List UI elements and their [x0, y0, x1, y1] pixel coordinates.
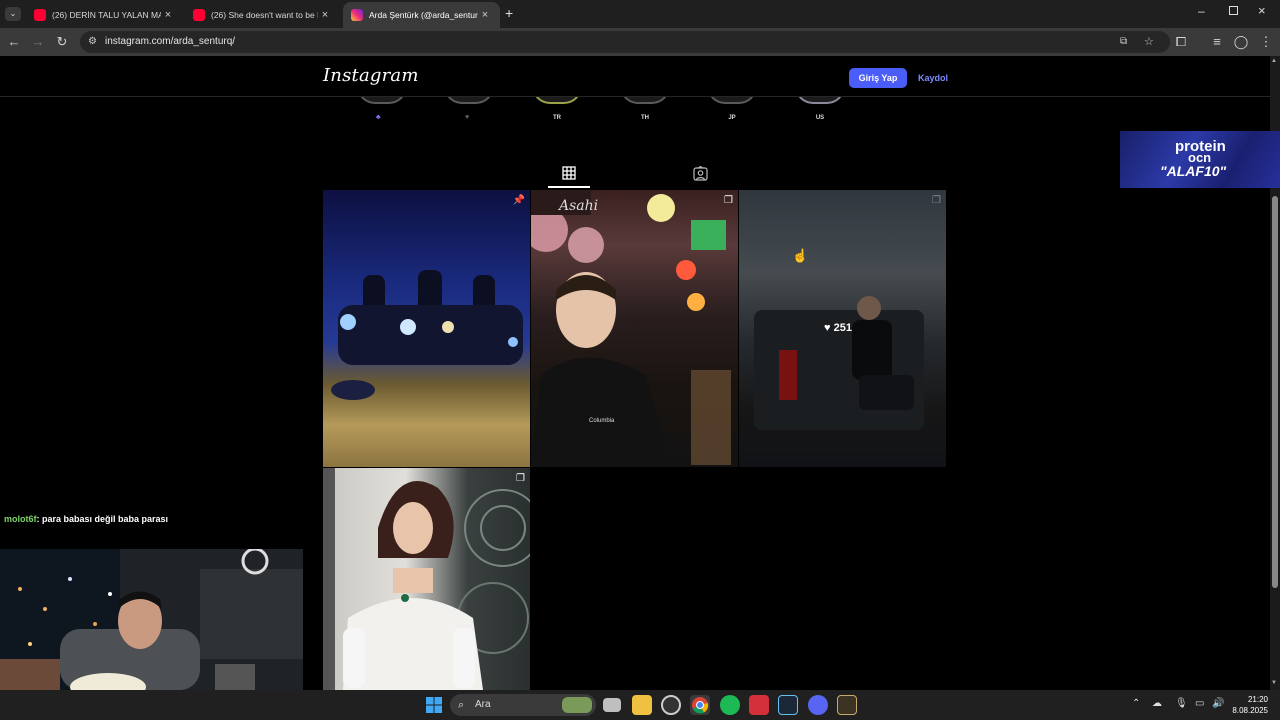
ad-promo-code: "ALAF10": [1160, 163, 1227, 179]
post-4-image: [323, 468, 530, 690]
highlight-label: TR: [553, 115, 561, 121]
sponsor-ad-overlay: protein ocn "ALAF10": [1120, 131, 1280, 188]
svg-text:Asahi: Asahi: [557, 198, 598, 214]
highlight-label: US: [815, 115, 825, 121]
menu-kebab-icon[interactable]: ⋮: [1257, 33, 1275, 51]
search-icon: ⌕: [458, 699, 465, 711]
site-info-icon[interactable]: ⚙: [88, 31, 97, 53]
login-button[interactable]: Giriş Yap: [849, 68, 907, 88]
instagram-header: Instagram Giriş Yap Kaydol: [0, 56, 1270, 97]
tab-strip: ⌄ (26) DERİN TALU YALAN MAKİN × (26) She…: [0, 0, 1280, 28]
clock-time: 21:20: [1247, 695, 1268, 704]
stream-chat-message: molot6f: para babası değil baba parası: [4, 514, 168, 524]
likes-value: 251: [833, 322, 852, 334]
search-placeholder: Ara: [475, 699, 491, 710]
mouse-cursor-icon: ☝: [792, 248, 809, 263]
tray-chevron-icon[interactable]: ⌃: [1132, 698, 1140, 709]
discord-icon[interactable]: [808, 695, 828, 715]
instagram-icon: [351, 9, 363, 21]
windows-start-icon[interactable]: [424, 695, 444, 715]
address-bar[interactable]: ⚙ instagram.com/arda_senturq/ ⧉ ☆: [80, 31, 1170, 53]
spotify-icon[interactable]: [720, 695, 740, 715]
active-tab-indicator: [548, 186, 590, 188]
bookmark-star-icon[interactable]: ☆: [1144, 31, 1154, 53]
post-1-pinned[interactable]: 📌: [323, 190, 530, 467]
post-4-carousel[interactable]: ❐: [323, 468, 530, 690]
post-1-image: [331, 270, 523, 400]
youtube-icon: [193, 9, 205, 21]
app-icon[interactable]: [661, 695, 681, 715]
highlight-2-emoji: ♥: [465, 114, 470, 121]
windows-taskbar: ⌕ Ara ⌃ ☁ 🎙 ▭ 🔊 21:20 8.08.2025: [0, 690, 1280, 720]
chat-username: molot6f: [4, 514, 37, 524]
tab-title: Arda Şentürk (@arda_senturq): [369, 10, 478, 20]
post-2-image: Asahi Columbia: [531, 190, 731, 467]
system-clock[interactable]: 21:20 8.08.2025: [1232, 694, 1268, 716]
chrome-icon[interactable]: [690, 695, 710, 715]
streamer-webcam: [0, 549, 303, 690]
reload-icon[interactable]: ↻: [53, 33, 71, 51]
close-window-button[interactable]: ×: [1258, 3, 1266, 18]
app-red-icon[interactable]: [749, 695, 769, 715]
tab-instagram[interactable]: Arda Şentürk (@arda_senturq) ×: [343, 2, 500, 28]
restore-button[interactable]: [1229, 6, 1238, 15]
scrollbar-thumb[interactable]: [1272, 196, 1278, 588]
clock-date: 8.08.2025: [1232, 706, 1268, 715]
back-icon[interactable]: ←: [5, 33, 23, 51]
file-explorer-icon[interactable]: [632, 695, 652, 715]
microphone-icon[interactable]: 🎙: [1175, 698, 1188, 709]
youtube-icon: [34, 9, 46, 21]
signup-link[interactable]: Kaydol: [918, 68, 948, 88]
close-tab-icon[interactable]: ×: [161, 9, 175, 21]
install-app-icon[interactable]: ⧉: [1120, 31, 1127, 53]
taskbar-search[interactable]: ⌕ Ara: [450, 694, 596, 716]
scroll-down-arrow-icon[interactable]: ▼: [1271, 680, 1277, 686]
display-icon[interactable]: ▭: [1195, 698, 1204, 709]
task-view-icon[interactable]: [603, 698, 621, 712]
carousel-icon: ❐: [724, 195, 733, 206]
tab-posts[interactable]: [562, 166, 576, 185]
tab-title: (26) She doesn't want to be Ital: [211, 10, 318, 20]
media-controls-icon[interactable]: ≡: [1208, 33, 1226, 51]
heart-icon: ♥: [824, 322, 831, 334]
instagram-logo[interactable]: Instagram: [323, 65, 419, 86]
url-text: instagram.com/arda_senturq/: [105, 36, 236, 47]
search-highlight-icon: [562, 697, 592, 713]
likes-count: ♥ 251: [824, 322, 852, 334]
extensions-icon[interactable]: ⧠: [1172, 33, 1190, 51]
pin-icon: 📌: [512, 195, 525, 206]
tab-tagged[interactable]: [693, 165, 708, 186]
tagged-user-icon: [693, 165, 708, 181]
highlight-1-emoji: ♣: [376, 114, 381, 121]
steam-icon[interactable]: [778, 695, 798, 715]
svg-text:Columbia: Columbia: [589, 418, 615, 424]
close-tab-icon[interactable]: ×: [318, 9, 332, 21]
post-2-carousel[interactable]: Asahi Columbia ❐: [531, 190, 738, 467]
grid-icon: [562, 166, 576, 180]
volume-icon[interactable]: 🔊: [1212, 698, 1224, 709]
tab-youtube-1[interactable]: (26) DERİN TALU YALAN MAKİN ×: [26, 2, 183, 28]
carousel-icon: ❐: [516, 473, 525, 484]
minimize-button[interactable]: –: [1198, 4, 1205, 18]
cloud-icon[interactable]: ☁: [1152, 698, 1162, 709]
post-3-hovered[interactable]: ♥ 251 ❐: [739, 190, 946, 467]
tab-title: (26) DERİN TALU YALAN MAKİN: [52, 10, 161, 20]
tab-youtube-2[interactable]: (26) She doesn't want to be Ital ×: [185, 2, 340, 28]
webcam-image: [0, 549, 303, 690]
scroll-up-arrow-icon[interactable]: ▲: [1271, 58, 1277, 64]
chat-text: : para babası değil baba parası: [36, 514, 169, 524]
browser-toolbar: ← → ↻ ⚙ instagram.com/arda_senturq/ ⧉ ☆ …: [0, 28, 1280, 56]
profile-icon[interactable]: ◯: [1232, 33, 1250, 51]
tab-search-chevron-icon[interactable]: ⌄: [5, 7, 21, 21]
carousel-icon: ❐: [932, 195, 941, 206]
highlight-label: JP: [728, 115, 736, 121]
close-tab-icon[interactable]: ×: [478, 9, 492, 21]
highlight-label: TH: [641, 115, 649, 121]
league-icon[interactable]: [837, 695, 857, 715]
new-tab-button[interactable]: +: [505, 5, 513, 21]
forward-icon[interactable]: →: [29, 33, 47, 51]
